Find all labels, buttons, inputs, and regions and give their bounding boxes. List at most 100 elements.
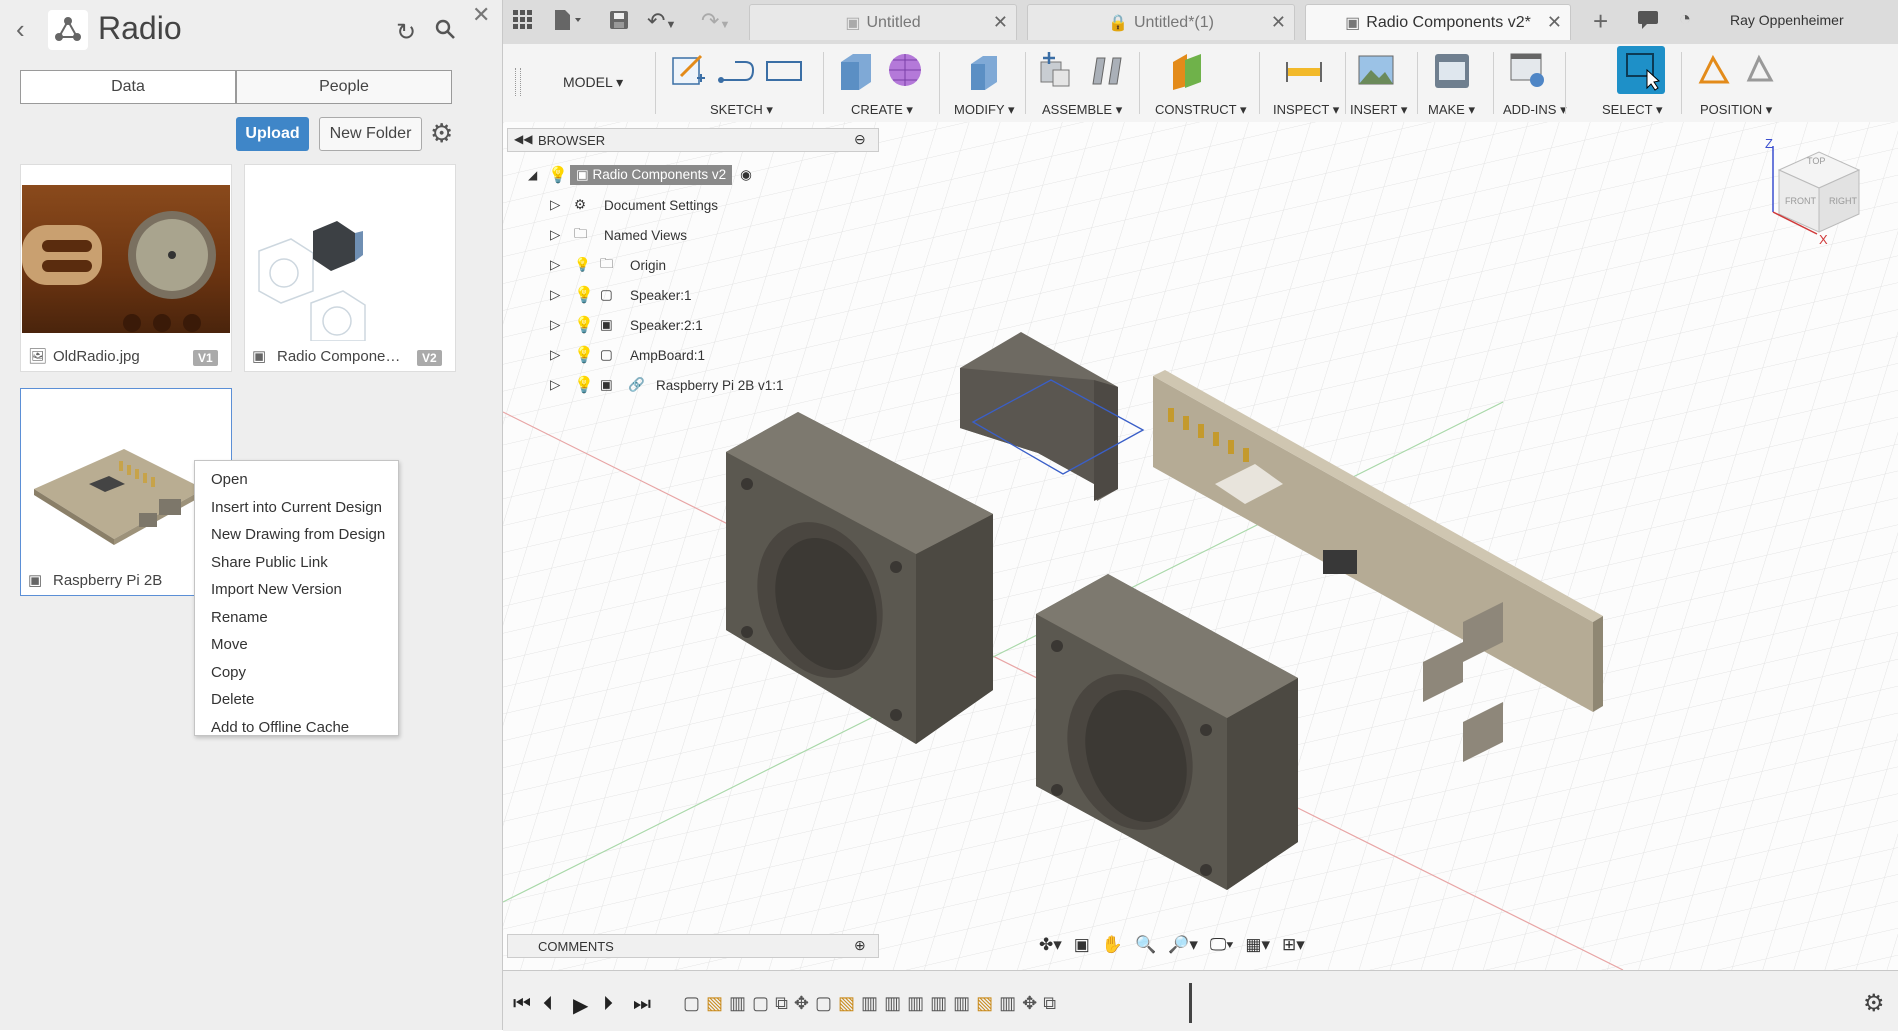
step-forward-icon[interactable]: ⏵: [603, 993, 613, 1016]
minimize-icon[interactable]: ⊖: [854, 131, 866, 148]
go-to-start-icon[interactable]: ⏮: [513, 993, 531, 1016]
measure-icon[interactable]: [1283, 50, 1325, 90]
step-back-icon[interactable]: ⏴: [543, 993, 553, 1016]
visibility-bulb-icon[interactable]: 💡: [574, 257, 600, 273]
expand-triangle-icon[interactable]: ▷: [550, 317, 574, 333]
tree-item-speaker-1[interactable]: ▷ 💡 ▢ Speaker:1: [528, 280, 868, 310]
activate-radio-icon[interactable]: ◉: [740, 167, 752, 183]
timeline-extrude-icon[interactable]: ▥: [999, 993, 1016, 1017]
chevron-left-icon[interactable]: ‹: [16, 14, 25, 45]
look-at-icon[interactable]: ▣: [1074, 935, 1090, 955]
pan-icon[interactable]: ✋: [1102, 935, 1123, 955]
viewcube-front-label[interactable]: FRONT: [1785, 196, 1816, 206]
tab-people[interactable]: People: [236, 70, 452, 104]
expand-triangle-icon[interactable]: ▷: [550, 287, 574, 303]
timeline-extrude-icon[interactable]: ▥: [861, 993, 878, 1017]
viewcube-top-label[interactable]: TOP: [1807, 156, 1825, 166]
capture-position-icon[interactable]: [1693, 50, 1735, 90]
collapse-icon[interactable]: ◀◀: [514, 132, 532, 146]
menu-open[interactable]: Open: [195, 466, 398, 494]
save-icon[interactable]: [609, 10, 629, 35]
refresh-icon[interactable]: ↻: [396, 18, 416, 47]
menu-add-to-offline-cache[interactable]: Add to Offline Cache: [195, 714, 398, 742]
timeline-sketch-icon[interactable]: ▧: [706, 993, 723, 1017]
timeline-extrude-icon[interactable]: ▥: [953, 993, 970, 1017]
tree-root-label[interactable]: ▣ Radio Components v2: [570, 165, 733, 185]
file-menu-icon[interactable]: [553, 8, 583, 37]
toolbar-group-modify[interactable]: MODIFY ▾: [954, 102, 1014, 118]
expand-triangle-icon[interactable]: ▷: [550, 227, 574, 243]
timeline-extrude-icon[interactable]: ▥: [907, 993, 924, 1017]
tree-item-named-views[interactable]: ▷ 🗀 Named Views: [528, 220, 868, 250]
tab-untitled[interactable]: ▣ Untitled ✕: [749, 4, 1017, 40]
close-icon[interactable]: ✕: [993, 12, 1008, 33]
menu-import-new-version[interactable]: Import New Version: [195, 576, 398, 604]
gear-icon[interactable]: ⚙: [430, 118, 453, 149]
timeline-marker[interactable]: [1189, 983, 1192, 1023]
visibility-bulb-icon[interactable]: 💡: [574, 345, 600, 365]
browser-header[interactable]: ◀◀ BROWSER ⊖: [507, 128, 879, 152]
timeline-extrude-icon[interactable]: ▥: [729, 993, 746, 1017]
tree-item-ampboard[interactable]: ▷ 💡 ▢ AmpBoard:1: [528, 340, 868, 370]
viewcube[interactable]: TOP FRONT RIGHT Z X: [1759, 136, 1889, 262]
form-icon[interactable]: [885, 50, 927, 90]
press-pull-icon[interactable]: [963, 50, 1005, 90]
revert-position-icon[interactable]: [1739, 50, 1781, 90]
menu-new-drawing-from-design[interactable]: New Drawing from Design: [195, 521, 398, 549]
timeline-extrude-icon[interactable]: ▥: [930, 993, 947, 1017]
grid-menu-icon[interactable]: [513, 10, 533, 35]
notifications-icon[interactable]: [1637, 10, 1659, 35]
timeline-sketch-icon[interactable]: ▧: [838, 993, 855, 1017]
offset-plane-icon[interactable]: [1167, 50, 1209, 90]
expand-triangle-icon[interactable]: ▷: [550, 347, 574, 363]
redo-icon[interactable]: ↷▼: [701, 8, 730, 34]
visibility-bulb-icon[interactable]: 💡: [574, 285, 600, 305]
orbit-icon[interactable]: ✤▾: [1039, 935, 1062, 955]
add-comment-icon[interactable]: ⊕: [854, 937, 866, 954]
grid-settings-icon[interactable]: ▦▾: [1245, 935, 1270, 955]
tree-item-origin[interactable]: ▷ 💡 🗀 Origin: [528, 250, 868, 280]
visibility-bulb-icon[interactable]: 💡: [574, 375, 600, 395]
3d-print-icon[interactable]: [1431, 50, 1473, 90]
close-icon[interactable]: ✕: [1547, 12, 1562, 33]
tab-data[interactable]: Data: [20, 70, 236, 104]
search-icon[interactable]: [434, 18, 456, 47]
user-name[interactable]: Ray Oppenheimer: [1730, 12, 1844, 28]
timeline-move-icon[interactable]: ✥: [1022, 993, 1037, 1017]
toolbar-group-assemble[interactable]: ASSEMBLE ▾: [1042, 102, 1122, 118]
toolbar-grip[interactable]: [515, 68, 521, 96]
timeline-joint-icon[interactable]: ⧉: [1043, 993, 1056, 1017]
display-settings-icon[interactable]: 🖵▾: [1210, 935, 1234, 955]
menu-insert-into-current-design[interactable]: Insert into Current Design: [195, 494, 398, 522]
timeline-component-icon[interactable]: ▢: [683, 993, 700, 1017]
menu-share-public-link[interactable]: Share Public Link: [195, 549, 398, 577]
toolbar-group-position[interactable]: POSITION ▾: [1700, 102, 1772, 118]
menu-delete[interactable]: Delete: [195, 686, 398, 714]
timeline-extrude-icon[interactable]: ▥: [884, 993, 901, 1017]
toolbar-group-create[interactable]: CREATE ▾: [851, 102, 913, 118]
upload-button[interactable]: Upload: [236, 117, 309, 151]
toolbar-group-make[interactable]: MAKE ▾: [1428, 102, 1475, 118]
toolbar-group-add-ins[interactable]: ADD-INS ▾: [1503, 102, 1567, 118]
joint-icon[interactable]: [1087, 50, 1129, 90]
close-panel-icon[interactable]: ✕: [472, 2, 490, 28]
undo-icon[interactable]: ↶▼: [647, 8, 676, 34]
menu-move[interactable]: Move: [195, 631, 398, 659]
toolbar-group-inspect[interactable]: INSPECT ▾: [1273, 102, 1339, 118]
new-folder-button[interactable]: New Folder: [319, 117, 422, 151]
toolbar-group-sketch[interactable]: SKETCH ▾: [710, 102, 773, 118]
timeline-move-icon[interactable]: ✥: [794, 993, 809, 1017]
new-tab-icon[interactable]: +: [1593, 6, 1608, 37]
menu-copy[interactable]: Copy: [195, 659, 398, 687]
insert-image-icon[interactable]: [1355, 50, 1397, 90]
file-card-radio-components[interactable]: ▣ Radio Compone… V2: [244, 164, 456, 372]
timeline-joint-icon[interactable]: ⧉: [775, 993, 788, 1017]
new-component-icon[interactable]: [1035, 50, 1077, 90]
expand-triangle-icon[interactable]: ▷: [550, 377, 574, 393]
expand-triangle-icon[interactable]: ▷: [550, 197, 574, 213]
rectangle-icon[interactable]: [763, 50, 805, 90]
timeline-component-icon[interactable]: ▢: [815, 993, 832, 1017]
extrude-icon[interactable]: [835, 50, 877, 90]
go-to-end-icon[interactable]: ⏭: [633, 993, 651, 1016]
toolbar-group-select[interactable]: SELECT ▾: [1602, 102, 1662, 118]
